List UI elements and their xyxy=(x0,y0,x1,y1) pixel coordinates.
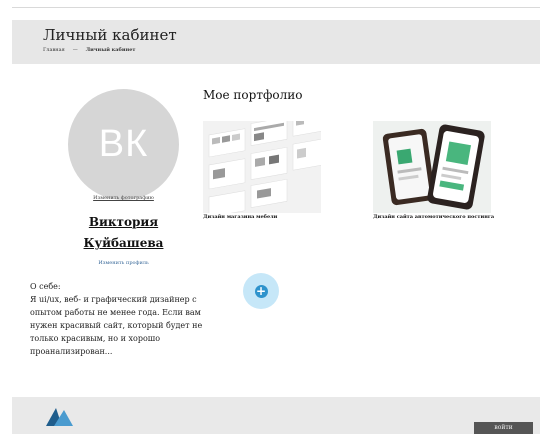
about-label: О себе: xyxy=(30,282,61,291)
breadcrumb-separator: — xyxy=(72,47,78,53)
portfolio-title: Мое портфолио xyxy=(203,88,303,102)
edit-profile-link[interactable]: Изменить профиль xyxy=(68,260,179,266)
login-button[interactable]: войти xyxy=(474,422,533,434)
page-header: Личный кабинет Главная — Личный кабинет xyxy=(12,20,540,64)
portfolio-caption: Дизайн магазина мебели xyxy=(203,214,278,220)
breadcrumb-home-link[interactable]: Главная xyxy=(43,47,65,53)
user-name: Виктория Куйбашева xyxy=(60,212,187,254)
phone-mockup-image xyxy=(373,121,491,213)
portfolio-item-furniture-store[interactable]: Дизайн магазина мебели xyxy=(203,121,321,220)
portfolio-item-autoposting[interactable]: Дизайн сайта автомотического постинга xyxy=(373,121,494,220)
logo-icon[interactable] xyxy=(44,405,74,427)
portfolio-caption: Дизайн сайта автомотического постинга xyxy=(373,214,495,220)
portfolio-thumbnail-autoposting xyxy=(373,121,491,213)
plus-icon: + xyxy=(254,283,268,298)
change-photo-link[interactable]: Изменить фотографию xyxy=(68,195,179,201)
avatar: ВК xyxy=(68,89,179,200)
user-last-name[interactable]: Куйбашева xyxy=(84,236,164,250)
page-title: Личный кабинет xyxy=(43,26,177,44)
breadcrumb: Главная — Личный кабинет xyxy=(43,47,136,53)
avatar-initials: ВК xyxy=(98,123,149,165)
about-text: Я ui/ux, веб- и графический дизайнер с о… xyxy=(30,295,203,356)
top-divider xyxy=(12,7,540,8)
portfolio-thumbnail-furniture xyxy=(203,121,321,213)
page-footer: войти xyxy=(12,397,540,434)
furniture-mockup-image xyxy=(203,121,321,213)
page: Личный кабинет Главная — Личный кабинет ВК… xyxy=(0,0,552,434)
add-portfolio-button[interactable]: + xyxy=(243,273,279,309)
user-first-name[interactable]: Виктория xyxy=(89,215,158,229)
breadcrumb-current: Личный кабинет xyxy=(85,47,136,53)
about-section: О себе: Я ui/ux, веб- и графический диза… xyxy=(30,280,205,358)
